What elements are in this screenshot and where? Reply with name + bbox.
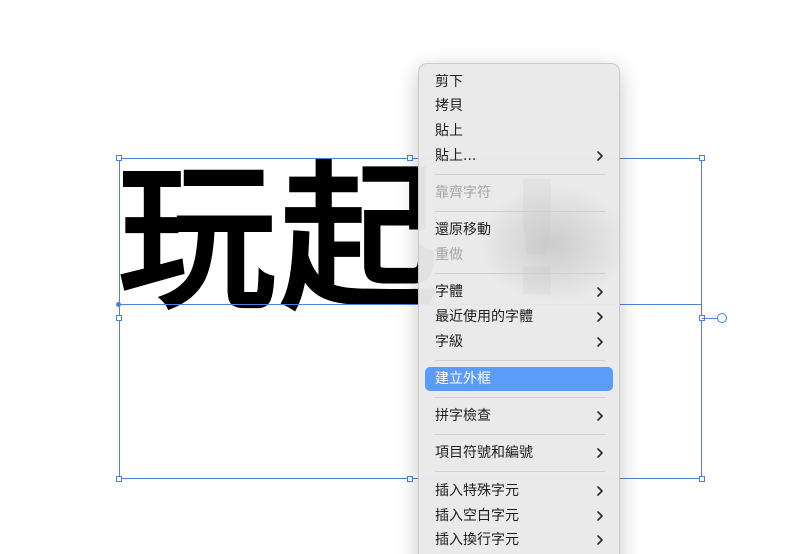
menu-item-label: 插入空白字元 [435,508,519,524]
menu-item-copy[interactable]: 拷貝 [425,94,613,118]
resize-handle-top-left[interactable] [116,155,122,161]
menu-item-label: 貼上... [435,148,477,164]
menu-item-label: 重做 [435,247,463,263]
menu-item-label: 貼上 [435,123,463,139]
resize-handle-top-right[interactable] [699,155,705,161]
menu-item-label: 靠齊字符 [435,185,491,201]
menu-item-label: 拼字檢查 [435,408,491,424]
chevron-right-icon [597,511,603,521]
resize-handle-bottom-center[interactable] [407,476,413,482]
menu-item-recent-fonts[interactable]: 最近使用的字體 [425,305,613,329]
menu-item-font-size[interactable]: 字級 [425,330,613,354]
resize-handle-top-center[interactable] [407,155,413,161]
menu-item-label: 最近使用的字體 [435,309,533,325]
menu-item-create-outlines[interactable]: 建立外框 [425,367,613,391]
menu-item-label: 剪下 [435,74,463,90]
menu-item-cut[interactable]: 剪下 [425,70,613,94]
menu-item-label: 字級 [435,334,463,350]
menu-item-paste[interactable]: 貼上 [425,119,613,143]
menu-separator [435,174,605,175]
resize-handle-middle-left[interactable] [116,315,122,321]
menu-item-label: 拷貝 [435,98,463,114]
chevron-right-icon [597,287,603,297]
menu-item-insert-break-character[interactable]: 插入換行字元 [425,528,613,552]
chevron-right-icon [597,535,603,545]
menu-item-snap-to-glyph: 靠齊字符 [425,181,613,205]
chevron-right-icon [597,337,603,347]
menu-item-bullets-numbering[interactable]: 項目符號和編號 [425,441,613,465]
chevron-right-icon [597,411,603,421]
menu-separator [435,434,605,435]
menu-separator [435,397,605,398]
resize-handle-bottom-right[interactable] [699,476,705,482]
menu-item-spelling[interactable]: 拼字檢查 [425,404,613,428]
out-port-connector [702,318,718,319]
menu-separator [435,211,605,212]
chevron-right-icon [597,151,603,161]
menu-item-insert-white-space[interactable]: 插入空白字元 [425,504,613,528]
baseline-anchor-point [116,302,121,307]
context-menu: 剪下 拷貝 貼上 貼上... 靠齊字符 還原移動 重做 字體 最近使用的字體 字… [418,63,620,554]
resize-handle-bottom-left[interactable] [116,476,122,482]
menu-item-label: 插入特殊字元 [435,483,519,499]
menu-item-insert-special-character[interactable]: 插入特殊字元 [425,479,613,503]
menu-item-label: 字體 [435,284,463,300]
chevron-right-icon [597,448,603,458]
chevron-right-icon [597,312,603,322]
menu-item-label: 插入換行字元 [435,532,519,548]
menu-item-undo-move[interactable]: 還原移動 [425,218,613,242]
menu-item-label: 還原移動 [435,222,491,238]
menu-item-label: 建立外框 [435,371,491,387]
menu-item-label: 項目符號和編號 [435,445,533,461]
menu-item-paste-special[interactable]: 貼上... [425,144,613,168]
menu-separator [435,273,605,274]
artboard-canvas[interactable]: 玩起 ! 剪下 拷貝 貼上 貼上... 靠齊字符 還原移動 重做 字體 最近使用… [0,0,800,554]
text-out-port[interactable] [717,313,727,323]
menu-item-font[interactable]: 字體 [425,280,613,304]
menu-separator [435,360,605,361]
menu-separator [435,471,605,472]
menu-item-redo: 重做 [425,243,613,267]
chevron-right-icon [597,486,603,496]
